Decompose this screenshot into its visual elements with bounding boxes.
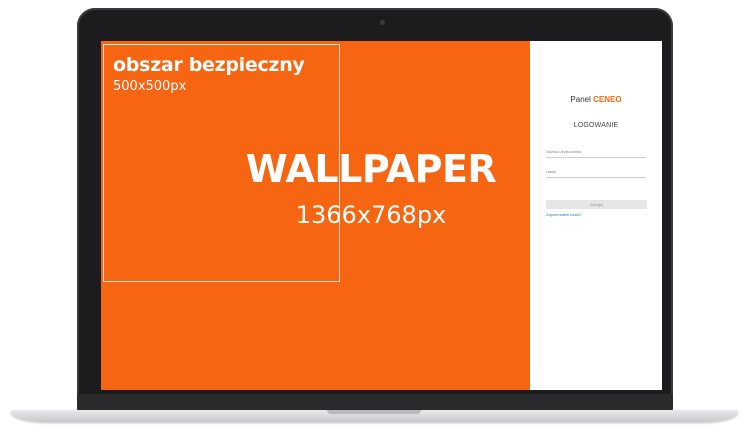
panel-brand: CENEO	[593, 95, 622, 104]
username-underline	[546, 157, 646, 158]
wallpaper-size: 1366x768px	[295, 201, 447, 229]
forgot-password-link[interactable]: Zapomniałeś hasła?	[546, 212, 582, 217]
panel-title-prefix: Panel	[570, 95, 594, 104]
laptop-notch	[327, 410, 421, 414]
camera-dot-icon	[380, 20, 385, 25]
login-button[interactable]: Zaloguj	[546, 200, 647, 209]
laptop-screen: obszar bezpieczny 500x500px WALLPAPER 13…	[101, 41, 662, 390]
safe-area-size: 500x500px	[113, 79, 187, 94]
login-heading: LOGOWANIE	[573, 122, 619, 129]
panel-title: Panel CENEO	[530, 95, 662, 104]
wallpaper-area: obszar bezpieczny 500x500px WALLPAPER 13…	[101, 41, 530, 390]
password-underline	[546, 177, 646, 178]
login-panel: Panel CENEO LOGOWANIE Nazwa użytkownika …	[530, 41, 662, 390]
safe-area-title: obszar bezpieczny	[113, 54, 305, 76]
wallpaper-title: WALLPAPER	[245, 147, 497, 191]
